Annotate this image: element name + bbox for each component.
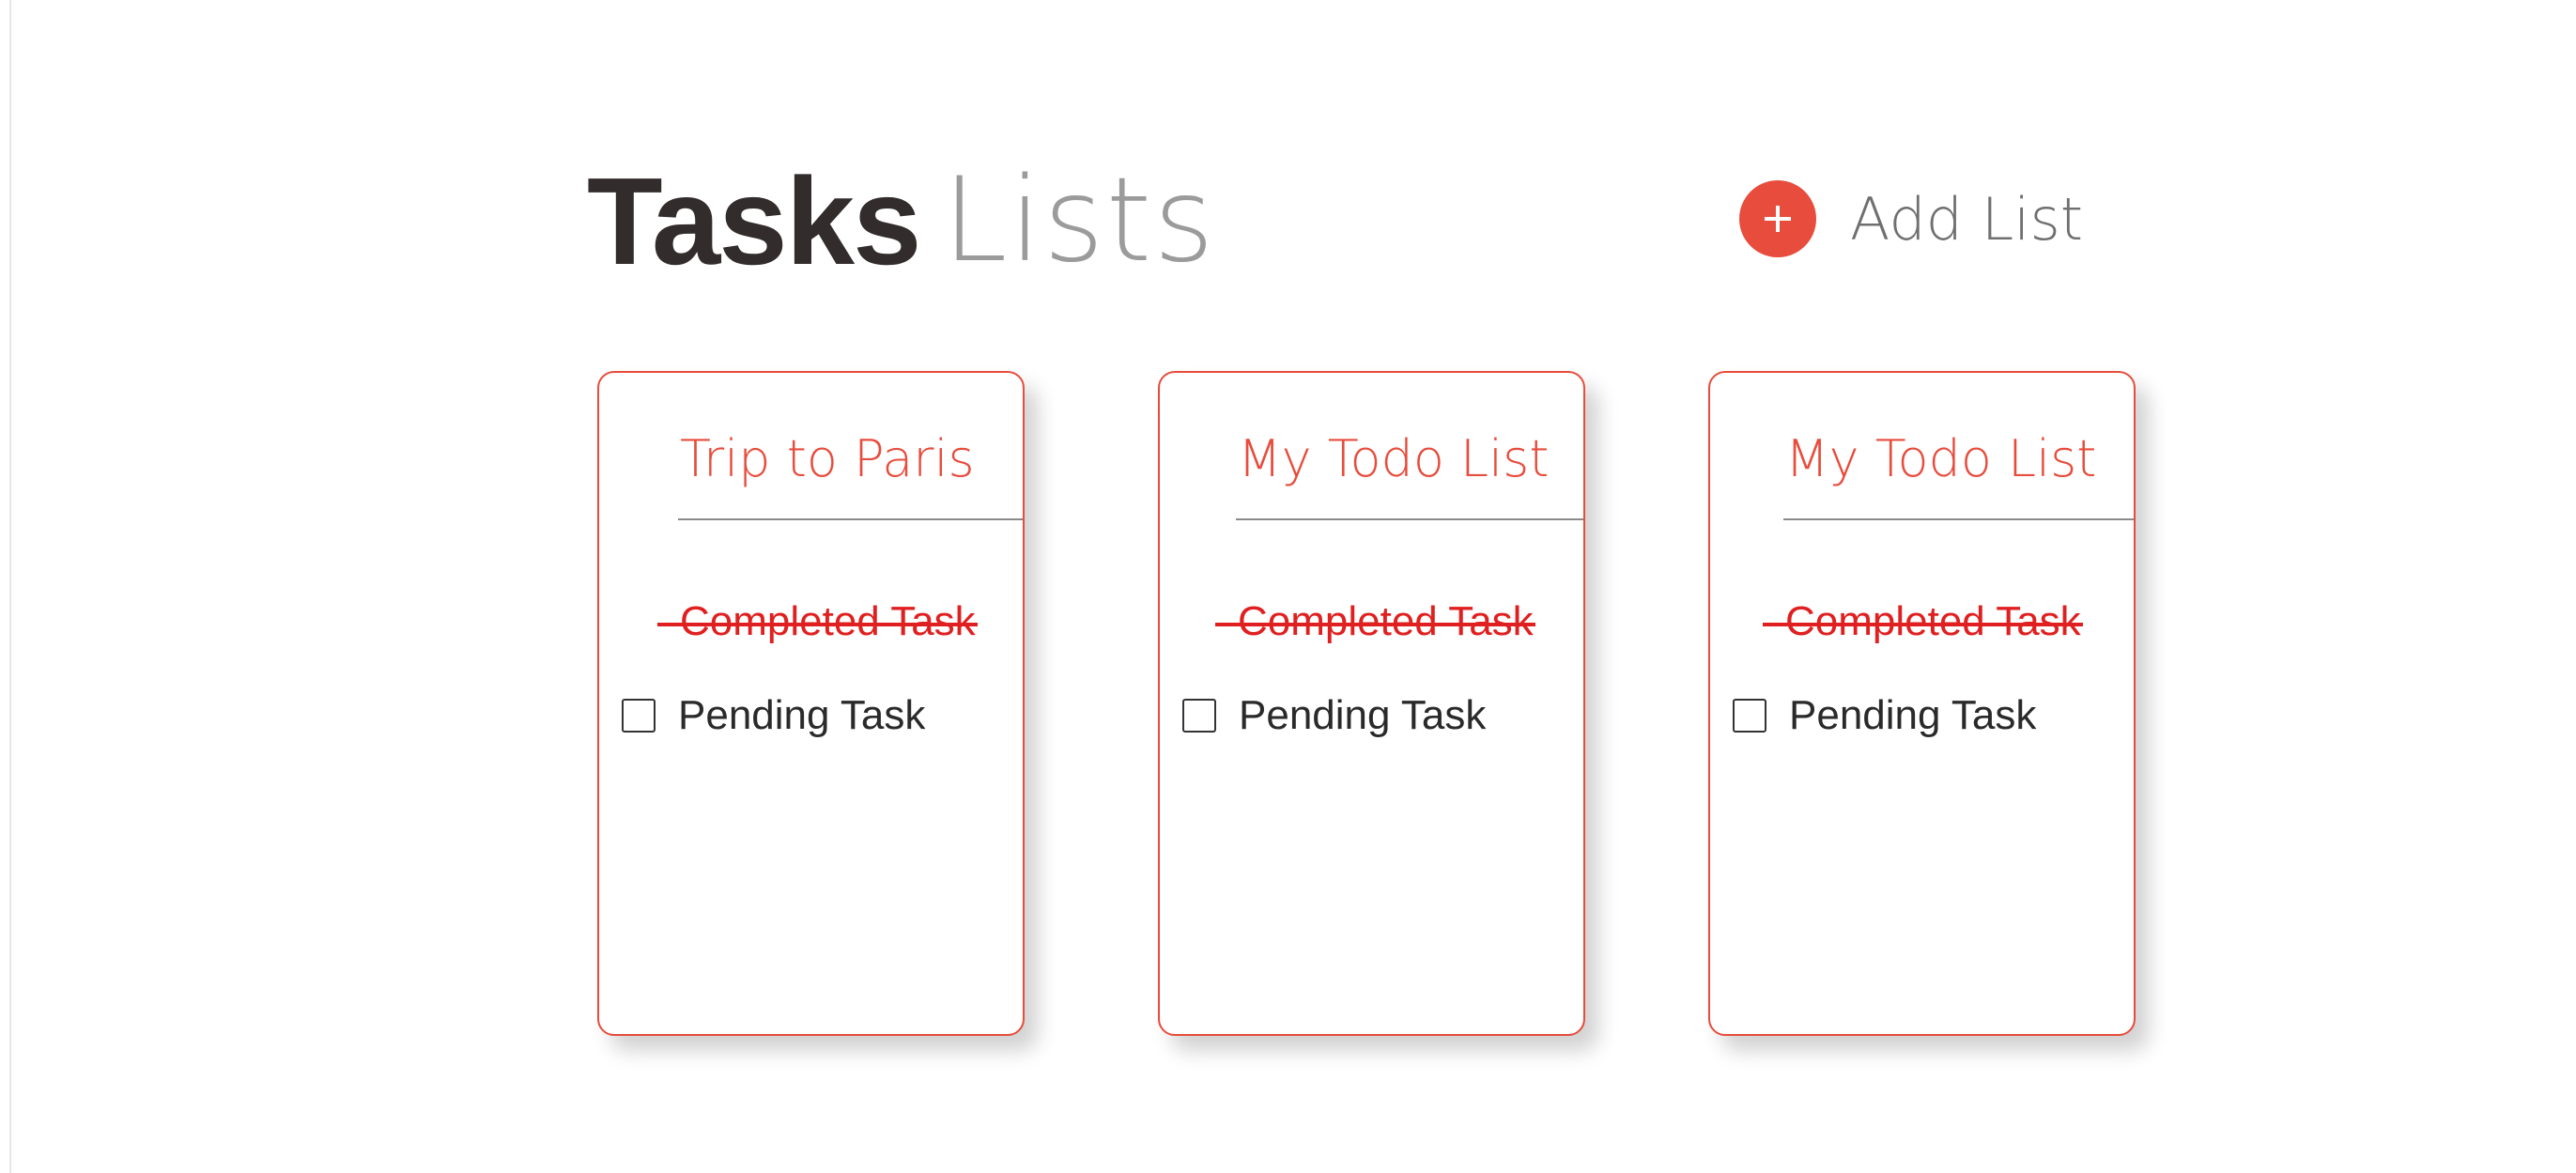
page-title-light: Lists [942, 153, 1216, 288]
add-list-label[interactable]: Add List [1850, 185, 2083, 254]
task-checkbox[interactable] [1182, 699, 1216, 733]
add-list-button[interactable]: Add List [1739, 180, 2083, 257]
completed-task-label: Completed Task [680, 598, 976, 644]
completed-task-label: Completed Task [1238, 598, 1534, 644]
plus-icon[interactable] [1739, 180, 1816, 257]
list-card: My Todo List Completed Task Pending Task [1158, 371, 1585, 1036]
left-divider [9, 0, 11, 1173]
strikethrough [1763, 623, 2083, 626]
pending-task: Pending Task [1182, 692, 1486, 739]
list-title-underline [1783, 518, 2134, 520]
list-title[interactable]: My Todo List [1785, 429, 2096, 488]
completed-task[interactable]: Completed Task [1215, 598, 1535, 645]
strikethrough [1215, 623, 1535, 626]
pending-task-label: Pending Task [1239, 692, 1487, 738]
list-title-underline [1236, 518, 1583, 520]
list-title[interactable]: My Todo List [1238, 429, 1549, 488]
completed-task[interactable]: Completed Task [1763, 598, 2083, 645]
completed-task-label: Completed Task [1785, 598, 2081, 644]
task-checkbox[interactable] [622, 699, 656, 733]
pending-task-label: Pending Task [1789, 692, 2037, 738]
list-card: Trip to Paris Completed Task Pending Tas… [597, 371, 1025, 1036]
completed-task[interactable]: Completed Task [657, 598, 978, 645]
pending-task-label: Pending Task [678, 692, 926, 738]
pending-task: Pending Task [1733, 692, 2036, 739]
page-title-bold: Tasks [587, 151, 921, 290]
list-card: My Todo List Completed Task Pending Task [1708, 371, 2136, 1036]
pending-task: Pending Task [622, 692, 925, 739]
strikethrough [657, 623, 978, 626]
list-title[interactable]: Trip to Paris [680, 429, 975, 488]
task-checkbox[interactable] [1733, 699, 1766, 733]
page-title: Tasks Lists [587, 150, 1216, 291]
list-title-underline [678, 518, 1023, 520]
